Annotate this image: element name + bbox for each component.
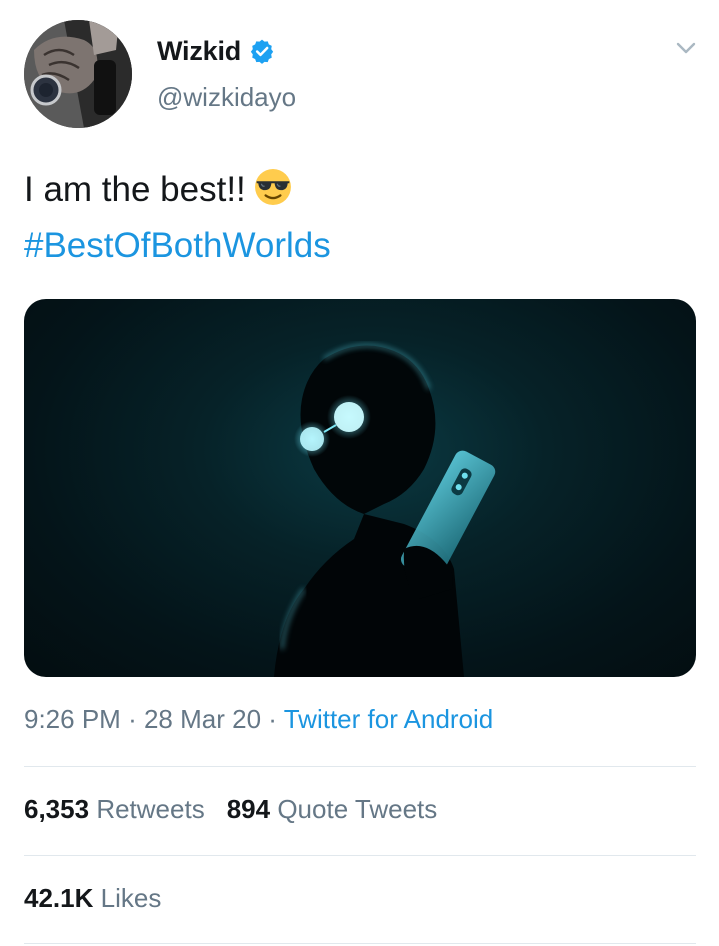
tweet-media-image[interactable] bbox=[24, 299, 696, 677]
quote-tweets-stat[interactable]: 894 Quote Tweets bbox=[227, 794, 438, 824]
hashtag-link[interactable]: #BestOfBothWorlds bbox=[24, 218, 694, 274]
tweet-detail: Wizkid @wizkidayo I am the best!! #BestO… bbox=[0, 0, 719, 946]
retweets-label: Retweets bbox=[96, 794, 205, 824]
tweet-text: I am the best!! #BestOfBothWorlds bbox=[24, 162, 694, 274]
divider bbox=[24, 766, 696, 767]
retweets-count: 6,353 bbox=[24, 794, 90, 824]
avatar-image bbox=[24, 20, 132, 128]
quote-tweets-count: 894 bbox=[226, 794, 271, 824]
display-name[interactable]: Wizkid bbox=[157, 36, 241, 67]
retweets-stat[interactable]: 6,353 Retweets bbox=[24, 794, 205, 824]
sunglasses-emoji-icon bbox=[254, 169, 291, 205]
engagement-stats-row: 6,353 Retweets 894 Quote Tweets bbox=[24, 794, 437, 825]
tweet-text-body: I am the best!! bbox=[24, 170, 246, 209]
author-name-row[interactable]: Wizkid bbox=[157, 34, 275, 68]
likes-count: 42.1K bbox=[24, 883, 94, 913]
tweet-text-line: I am the best!! bbox=[24, 162, 694, 218]
meta-separator: · bbox=[268, 704, 277, 734]
chevron-down-icon[interactable] bbox=[674, 38, 698, 58]
tweet-source-link[interactable]: Twitter for Android bbox=[284, 704, 494, 734]
avatar[interactable] bbox=[24, 20, 132, 128]
divider bbox=[24, 855, 696, 856]
likes-stat[interactable]: 42.1K Likes bbox=[24, 883, 161, 913]
silhouette-artwork bbox=[274, 344, 496, 677]
likes-label: Likes bbox=[100, 883, 162, 913]
author-handle[interactable]: @wizkidayo bbox=[157, 82, 296, 113]
tweet-meta: 9:26 PM · 28 Mar 20 · Twitter for Androi… bbox=[24, 704, 493, 735]
tweet-time[interactable]: 9:26 PM bbox=[24, 704, 121, 734]
verified-badge-icon bbox=[250, 39, 274, 64]
meta-separator: · bbox=[128, 704, 137, 734]
divider bbox=[24, 943, 696, 944]
quote-tweets-label: Quote Tweets bbox=[277, 794, 438, 824]
tweet-date[interactable]: 28 Mar 20 bbox=[144, 704, 261, 734]
likes-stats-row: 42.1K Likes bbox=[24, 883, 161, 914]
